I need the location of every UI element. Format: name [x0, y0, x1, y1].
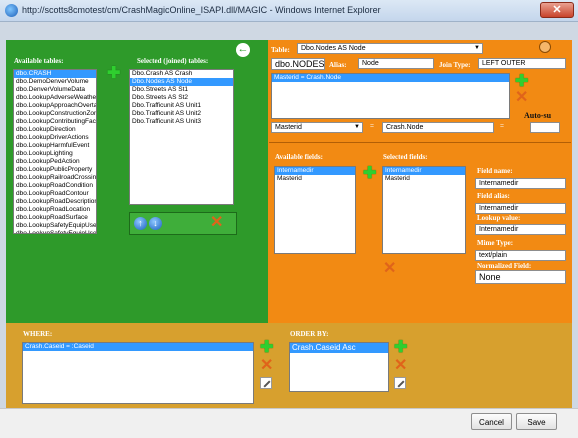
list-item[interactable]: Dbo.Trafficunit AS Unit2: [130, 110, 233, 118]
list-item[interactable]: dbo.LookupRailroadCrossing: [14, 174, 96, 182]
list-item[interactable]: dbo.LookupLighting: [14, 150, 96, 158]
close-window-button[interactable]: ✕: [540, 2, 574, 18]
chevron-down-icon: ▼: [474, 45, 480, 51]
field-name-label: Field name:: [477, 167, 513, 175]
table-select-value: Dbo.Nodes AS Node: [301, 45, 366, 52]
operator-label: =: [370, 122, 374, 130]
list-item[interactable]: dbo.LookupPedAction: [14, 158, 96, 166]
table-select[interactable]: Dbo.Nodes AS Node ▼: [297, 43, 483, 54]
order-by-list[interactable]: Crash.Caseid Asc: [289, 342, 389, 392]
selected-fields-list[interactable]: Internamedir Masterid: [382, 166, 466, 254]
list-item[interactable]: dbo.CRASH: [14, 70, 96, 78]
lookup-value-input[interactable]: Internamedir: [475, 224, 566, 235]
back-arrow-icon[interactable]: ←: [236, 43, 250, 57]
normalized-field-label: Normalized Field:: [477, 262, 532, 270]
field-alias-label: Field alias:: [477, 192, 510, 200]
list-item[interactable]: dbo.LookupPublicProperty: [14, 166, 96, 174]
list-item[interactable]: Dbo.Crash AS Crash: [130, 70, 233, 78]
where-conditions-list[interactable]: Crash.Caseid = :Caseid: [22, 342, 254, 404]
remove-field-x-icon[interactable]: ✕: [383, 261, 396, 277]
add-order-plus-icon[interactable]: ✚: [394, 340, 407, 356]
mime-type-label: Mime Type:: [477, 239, 514, 247]
list-item[interactable]: Crash.Caseid Asc: [290, 343, 388, 353]
list-item[interactable]: dbo.LookupHarmfulEvent: [14, 142, 96, 150]
list-item[interactable]: dbo.LookupSafetyEquipUse: [14, 230, 96, 233]
list-item[interactable]: dbo.DemoDenverVolume: [14, 78, 96, 86]
list-item[interactable]: dbo.LookupAdverseWeathe: [14, 94, 96, 102]
cancel-button[interactable]: Cancel: [471, 413, 512, 430]
field-name-input[interactable]: Internamedir: [475, 178, 566, 189]
list-item[interactable]: Crash.Caseid = :Caseid: [23, 343, 253, 351]
alias-input[interactable]: Node: [358, 58, 434, 69]
join-conditions-list[interactable]: Masterid = Crash.Node: [271, 73, 510, 119]
selected-fields-label: Selected fields:: [383, 153, 428, 161]
normalized-field-select[interactable]: None: [475, 270, 566, 284]
list-item[interactable]: Dbo.Nodes AS Node: [130, 78, 233, 86]
join-type-select[interactable]: LEFT OUTER: [478, 58, 566, 69]
remove-order-x-icon[interactable]: ✕: [394, 358, 407, 374]
list-item[interactable]: Internamedir: [383, 167, 465, 175]
extra-field-input[interactable]: [530, 122, 560, 133]
help-icon[interactable]: [539, 41, 551, 53]
list-item[interactable]: Masterid: [275, 175, 355, 183]
list-item[interactable]: dbo.LookupRoadLocation: [14, 206, 96, 214]
lookup-value-label: Lookup value:: [477, 214, 521, 222]
chevron-down-icon: ▼: [354, 124, 360, 130]
selected-tables-list[interactable]: Dbo.Crash AS Crash Dbo.Nodes AS Node Dbo.S…: [129, 69, 234, 205]
left-field-value: Masterid: [275, 124, 302, 131]
edit-order-pencil-icon[interactable]: [394, 377, 406, 389]
list-item[interactable]: Dbo.Trafficunit AS Unit1: [130, 102, 233, 110]
available-tables-label: Available tables:: [14, 57, 64, 65]
list-item[interactable]: dbo.DenverVolumeData: [14, 86, 96, 94]
divider: [269, 142, 571, 143]
edit-where-pencil-icon[interactable]: [260, 377, 272, 389]
selected-tables-label: Selected (joined) tables:: [137, 57, 209, 65]
list-item[interactable]: dbo.LookupApproachOverta: [14, 102, 96, 110]
right-field-input[interactable]: Crash.Node: [382, 122, 494, 133]
list-item[interactable]: dbo.LookupContributingFact: [14, 118, 96, 126]
alias-label: Alias:: [329, 61, 347, 69]
where-label: WHERE:: [23, 330, 53, 338]
available-tables-list[interactable]: dbo.CRASH dbo.DemoDenverVolume dbo.DenverV…: [13, 69, 97, 234]
list-item[interactable]: Masterid: [383, 175, 465, 183]
list-item[interactable]: Dbo.Streets AS St1: [130, 86, 233, 94]
order-by-label: ORDER BY:: [290, 330, 329, 338]
list-item[interactable]: dbo.LookupRoadDescription: [14, 198, 96, 206]
add-table-plus-icon[interactable]: ✚: [107, 66, 120, 82]
join-type-label: Join Type:: [439, 61, 471, 69]
available-fields-list[interactable]: Internamedir Masterid: [274, 166, 356, 254]
remove-table-x-icon[interactable]: ✕: [210, 215, 223, 231]
table-label: Table:: [271, 46, 290, 54]
list-item[interactable]: dbo.LookupDriverActions: [14, 134, 96, 142]
auto-suggest-label: Auto-su: [524, 111, 552, 120]
list-item[interactable]: dbo.LookupRoadContour: [14, 190, 96, 198]
list-item[interactable]: Masterid = Crash.Node: [272, 74, 509, 82]
list-item[interactable]: dbo.LookupRoadCondition: [14, 182, 96, 190]
move-up-icon[interactable]: ↑: [134, 217, 147, 230]
mime-type-input[interactable]: text/plain: [475, 250, 566, 261]
list-item[interactable]: dbo.LookupSafetyEquipUse: [14, 222, 96, 230]
right-operator-label: =: [500, 122, 504, 130]
field-alias-input[interactable]: Internamedir: [475, 203, 566, 214]
ie-logo-icon: [5, 4, 18, 17]
available-fields-label: Available fields:: [275, 153, 323, 161]
list-item[interactable]: Internamedir: [275, 167, 355, 175]
add-field-plus-icon[interactable]: ✚: [363, 166, 376, 182]
list-item[interactable]: dbo.LookupRoadSurface: [14, 214, 96, 222]
add-join-plus-icon[interactable]: ✚: [515, 74, 528, 90]
list-item[interactable]: Dbo.Streets AS St2: [130, 94, 233, 102]
window-title: http://scotts8cmotest/cm/CrashMagicOnlin…: [22, 5, 381, 15]
add-where-plus-icon[interactable]: ✚: [260, 340, 273, 356]
save-button[interactable]: Save: [516, 413, 557, 430]
move-down-icon[interactable]: ↓: [149, 217, 162, 230]
list-item[interactable]: dbo.LookupDirection: [14, 126, 96, 134]
left-field-select[interactable]: Masterid ▼: [271, 122, 363, 133]
remove-join-x-icon[interactable]: ✕: [515, 90, 528, 106]
list-item[interactable]: dbo.LookupConstructionZon: [14, 110, 96, 118]
table-name-field: dbo.NODES: [271, 58, 325, 70]
list-item[interactable]: Dbo.Trafficunit AS Unit3: [130, 118, 233, 126]
remove-where-x-icon[interactable]: ✕: [260, 358, 273, 374]
